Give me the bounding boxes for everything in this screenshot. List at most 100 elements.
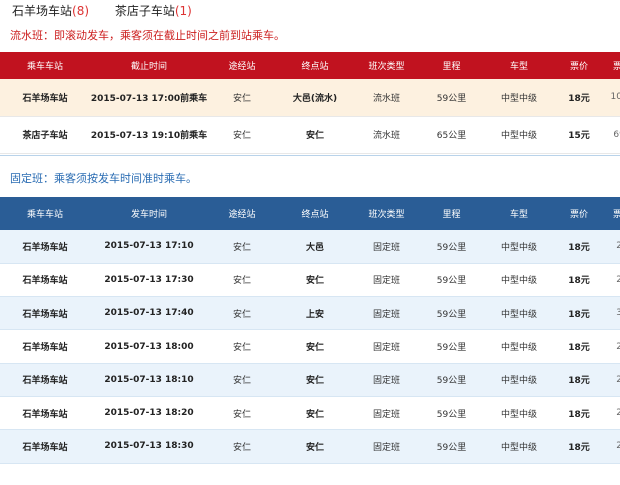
cell-distance: 59公里: [436, 242, 467, 253]
cell-destination: 上安: [305, 309, 324, 320]
cell-class-type: 固定班: [372, 376, 400, 387]
cell-station: 石羊场车站: [22, 276, 68, 287]
tab-count: (1): [174, 4, 192, 18]
header-distance: 里程: [419, 52, 484, 79]
table-row[interactable]: 茶店子车站 2015-07-13 19:10前乘车 安仁 安仁 流水班 65公里 中型中级 1…: [0, 116, 620, 153]
cell-distance: 59公里: [436, 442, 467, 453]
cell-time: 2015-07-13 17:40: [104, 308, 194, 319]
section-divider: [0, 155, 620, 156]
cell-tickets: 25: [616, 241, 620, 252]
cell-destination: 安仁: [305, 442, 324, 453]
cell-price: 18元: [568, 442, 590, 453]
header-time: 发车时间: [90, 197, 208, 230]
cell-bus-type: 中型中级: [500, 242, 537, 253]
header-destination: 终点站: [276, 52, 354, 79]
cell-via: 安仁: [232, 309, 251, 320]
station-tabs: 石羊场车站(8) 茶店子车站(1): [12, 2, 214, 19]
cell-time: 2015-07-13 17:10: [104, 241, 194, 252]
cell-via: 安仁: [232, 376, 251, 387]
cell-class-type: 固定班: [372, 442, 400, 453]
cell-distance: 59公里: [436, 93, 467, 104]
cell-distance: 59公里: [436, 276, 467, 287]
header-tickets: 票数: [604, 197, 620, 230]
header-price: 票价: [554, 197, 604, 230]
cell-via: 安仁: [232, 343, 251, 354]
cell-bus-type: 中型中级: [500, 409, 537, 420]
fixed-bus-table: 乘车车站发车时间途经站终点站班次类型里程车型票价票数 石羊场车站 2015-07-…: [0, 197, 620, 464]
cell-time: 2015-07-13 17:30: [104, 274, 194, 285]
cell-distance: 65公里: [436, 131, 467, 141]
table-header-row: 乘车车站发车时间途经站终点站班次类型里程车型票价票数: [0, 197, 620, 230]
cell-class-type: 流水班: [372, 93, 400, 104]
cell-via: 安仁: [232, 442, 251, 453]
tab-count: (8): [72, 4, 90, 18]
cell-price: 18元: [568, 242, 590, 253]
table-row[interactable]: 石羊场车站 2015-07-13 17:30 安仁 安仁 固定班 59公里 中型中级 18元 2…: [0, 263, 620, 297]
tab-chadianzi[interactable]: 茶店子车站(1): [115, 2, 192, 19]
tab-label: 石羊场车站: [12, 4, 73, 18]
cell-class-type: 固定班: [372, 309, 400, 320]
cell-price: 15元: [568, 131, 590, 141]
cell-price: 18元: [568, 343, 590, 354]
cell-bus-type: 中型中级: [500, 276, 537, 287]
cell-price: 18元: [568, 409, 590, 420]
cell-price: 18元: [568, 93, 590, 104]
header-bus-type: 车型: [484, 52, 554, 79]
cell-bus-type: 中型中级: [500, 93, 537, 104]
cell-price: 18元: [568, 309, 590, 320]
cell-price: 18元: [568, 376, 590, 387]
cell-tickets: 697: [613, 129, 620, 140]
cell-station: 茶店子车站: [22, 131, 68, 141]
table-row[interactable]: 石羊场车站 2015-07-13 18:20 安仁 安仁 固定班 59公里 中型中级 18元 2…: [0, 396, 620, 430]
cell-tickets: 1000: [610, 92, 620, 103]
cell-price: 18元: [568, 276, 590, 287]
cell-tickets: 25: [616, 374, 620, 385]
cell-station: 石羊场车站: [22, 242, 68, 253]
cell-destination: 大邑: [305, 242, 324, 253]
table-row[interactable]: 石羊场车站 2015-07-13 18:30 安仁 安仁 固定班 59公里 中型中级 18元 2…: [0, 429, 620, 464]
table-row[interactable]: 石羊场车站 2015-07-13 17:00前乘车 安仁 大邑(流水) 流水班 59公里 中…: [0, 79, 620, 116]
cell-tickets: 25: [616, 274, 620, 285]
cell-class-type: 固定班: [372, 276, 400, 287]
cell-time: 2015-07-13 18:10: [104, 374, 194, 385]
header-station: 乘车车站: [0, 197, 90, 230]
table-row[interactable]: 石羊场车站 2015-07-13 18:10 安仁 安仁 固定班 59公里 中型中级 18元 2…: [0, 363, 620, 397]
header-destination: 终点站: [276, 197, 354, 230]
cell-destination: 安仁: [305, 376, 324, 387]
cell-time: 2015-07-13 18:20: [104, 408, 194, 419]
flow-notice: 流水班：即滚动发车，乘客须在截止时间之前到站乘车。: [10, 29, 285, 42]
cell-destination: 安仁: [305, 131, 324, 141]
header-bus-type: 车型: [484, 197, 554, 230]
cell-station: 石羊场车站: [22, 442, 68, 453]
cell-tickets: 25: [616, 341, 620, 352]
flow-bus-table: 乘车车站截止时间途经站终点站班次类型里程车型票价票数 石羊场车站 2015-07-…: [0, 52, 620, 154]
cell-distance: 59公里: [436, 376, 467, 387]
cell-via: 安仁: [232, 276, 251, 287]
cell-time: 2015-07-13 17:00前乘车: [90, 93, 208, 104]
header-via: 途经站: [208, 197, 276, 230]
header-distance: 里程: [419, 197, 484, 230]
tab-label: 茶店子车站: [114, 4, 175, 18]
table-row[interactable]: 石羊场车站 2015-07-13 18:00 安仁 安仁 固定班 59公里 中型中级 18元 2…: [0, 330, 620, 364]
header-station: 乘车车站: [0, 52, 90, 79]
cell-destination: 安仁: [305, 409, 324, 420]
cell-class-type: 固定班: [372, 343, 400, 354]
cell-station: 石羊场车站: [22, 309, 68, 320]
cell-distance: 59公里: [436, 409, 467, 420]
tab-shiyangchang[interactable]: 石羊场车站(8): [12, 2, 89, 19]
cell-station: 石羊场车站: [22, 409, 68, 420]
fixed-notice: 固定班：乘客须按发车时间准时乘车。: [10, 172, 197, 185]
cell-time: 2015-07-13 19:10前乘车: [90, 131, 208, 141]
cell-destination: 安仁: [305, 276, 324, 287]
cell-via: 安仁: [232, 93, 251, 104]
cell-destination: 安仁: [305, 343, 324, 354]
cell-station: 石羊场车站: [22, 93, 68, 104]
cell-tickets: 33: [616, 308, 620, 319]
table-row[interactable]: 石羊场车站 2015-07-13 17:40 安仁 上安 固定班 59公里 中型中级 18元 3…: [0, 296, 620, 330]
cell-via: 安仁: [232, 242, 251, 253]
cell-via: 安仁: [232, 409, 251, 420]
cell-class-type: 流水班: [372, 131, 400, 141]
header-class-type: 班次类型: [354, 197, 419, 230]
cell-destination: 大邑(流水): [292, 93, 338, 104]
table-row[interactable]: 石羊场车站 2015-07-13 17:10 安仁 大邑 固定班 59公里 中型中级 18元 2…: [0, 230, 620, 264]
